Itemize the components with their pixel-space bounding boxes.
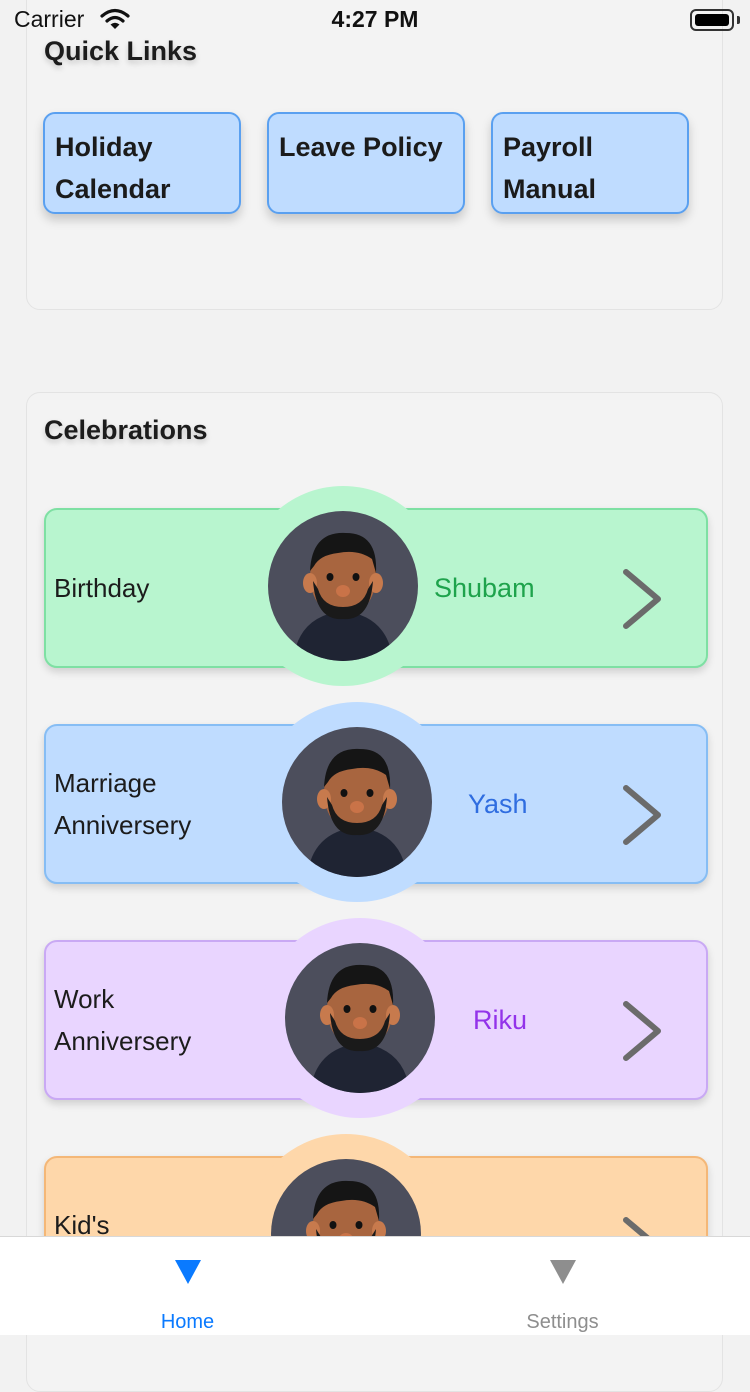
celebration-row-work-anniversary[interactable]: Work Anniversery Riku <box>44 918 708 1118</box>
quick-links-card: Quick Links Holiday Calendar Leave Polic… <box>26 0 723 310</box>
triangle-down-icon <box>175 1260 201 1284</box>
avatar <box>285 943 435 1093</box>
celebrant-name: Riku <box>473 1004 528 1035</box>
chevron-right-icon[interactable] <box>618 566 666 632</box>
celebration-row-marriage-anniversary[interactable]: Marriage Anniversery Yash <box>44 702 708 902</box>
leave-policy-link[interactable]: Leave Policy <box>267 112 465 214</box>
clock: 4:27 PM <box>331 6 419 32</box>
celebration-row-birthday[interactable]: Birthday Shubam <box>44 486 708 686</box>
payroll-manual-link[interactable]: Payroll Manual <box>491 112 689 214</box>
battery-icon <box>690 9 734 31</box>
avatar-halo <box>257 702 457 902</box>
chevron-right-icon[interactable] <box>618 782 666 848</box>
celebrant-name: Yash <box>468 788 528 819</box>
status-bar: Carrier 4:27 PM <box>0 0 750 44</box>
avatar-halo <box>243 486 443 686</box>
tab-label: Settings <box>526 1311 599 1333</box>
triangle-down-icon <box>550 1260 576 1284</box>
battery-cap <box>737 16 740 24</box>
celebration-type: Birthday <box>54 573 150 603</box>
chevron-right-icon[interactable] <box>618 998 666 1064</box>
celebrant-name: Shubam <box>434 572 535 603</box>
avatar <box>268 511 418 661</box>
holiday-calendar-link[interactable]: Holiday Calendar <box>43 112 241 214</box>
tab-settings[interactable]: Settings <box>375 1237 750 1335</box>
tab-label: Home <box>160 1311 215 1333</box>
celebrations-title: Celebrations <box>44 415 208 445</box>
tab-bar: Home Settings <box>0 1236 750 1335</box>
celebration-type: Marriage Anniversery <box>54 768 192 840</box>
celebration-type: Work Anniversery <box>54 984 192 1056</box>
tab-home[interactable]: Home <box>0 1237 375 1335</box>
avatar-halo <box>260 918 460 1118</box>
avatar <box>282 727 432 877</box>
